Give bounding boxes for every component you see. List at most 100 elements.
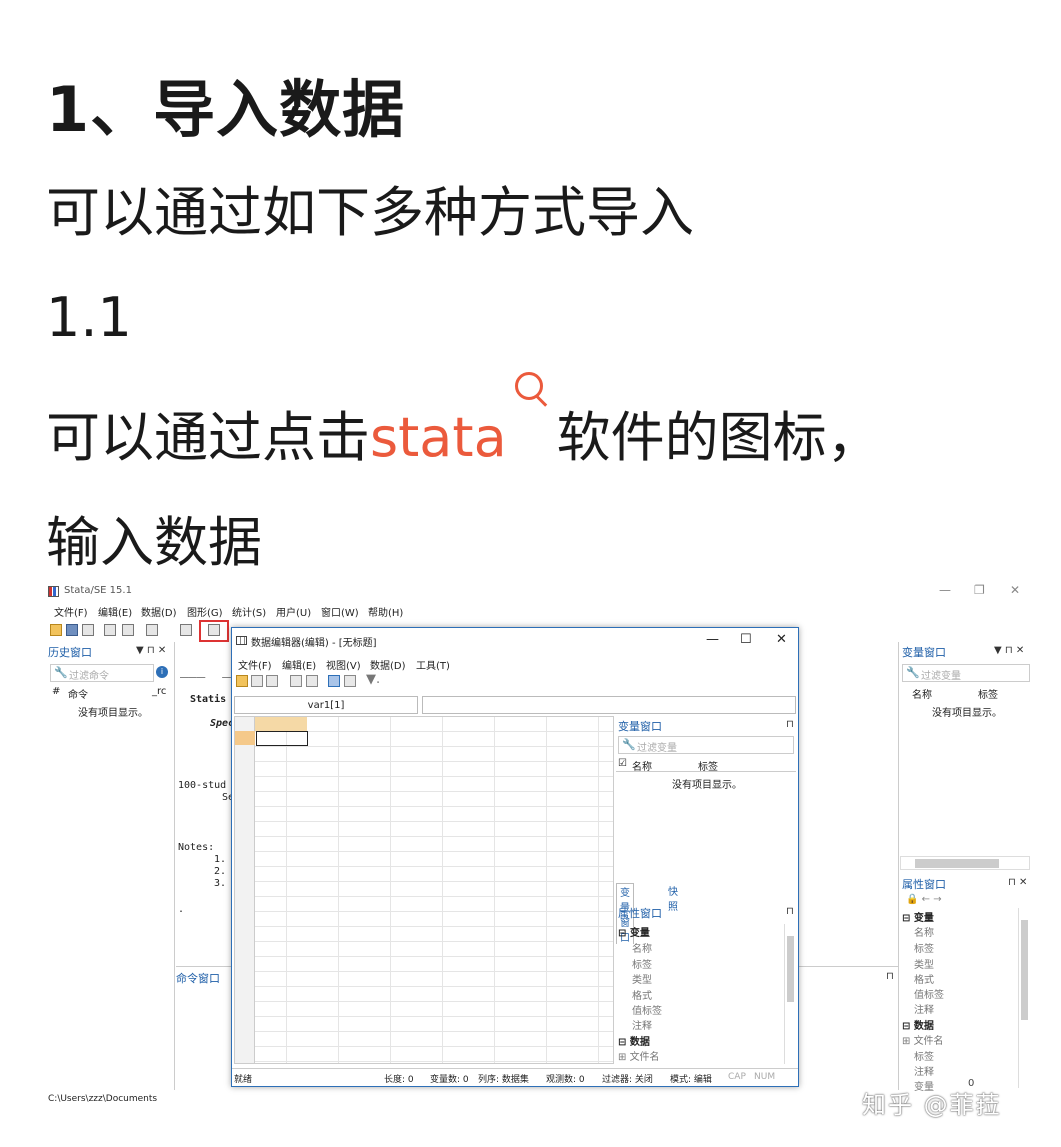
menu-window[interactable]: 窗口(W) — [321, 604, 359, 619]
data-editor-window: 数据编辑器(编辑) - [无标题] — ☐ ✕ 文件(F) 编辑(E) 视图(V… — [231, 627, 799, 1087]
paste-icon[interactable] — [306, 675, 318, 687]
tab-snapshots[interactable]: 快照 — [668, 883, 678, 913]
editor-menu-data[interactable]: 数据(D) — [370, 657, 406, 672]
properties-vscrollbar[interactable] — [1018, 908, 1030, 1088]
pin-icon[interactable]: ⊓ — [786, 719, 794, 730]
instruction-text-before: 可以通过点击 — [46, 406, 370, 469]
editor-properties-vscrollbar[interactable] — [784, 924, 796, 1064]
graph-icon[interactable] — [146, 624, 158, 636]
open-icon[interactable] — [50, 624, 62, 636]
properties-group-data: ⊟ 数据 — [902, 1021, 934, 1032]
status-order: 列序: 数据集 — [478, 1075, 529, 1085]
menu-edit[interactable]: 编辑(E) — [98, 604, 132, 619]
variables-filter-input[interactable]: 🔧 过滤变量 — [902, 664, 1030, 682]
column-header-var1[interactable] — [255, 717, 307, 731]
filter-icon[interactable]: ▼. — [366, 672, 380, 687]
results-note-item: 2. — [214, 866, 227, 877]
stata-menubar: 文件(F) 编辑(E) 数据(D) 图形(G) 统计(S) 用户(U) 窗口(W… — [46, 602, 1036, 620]
editor-variables-empty: 没有项目显示。 — [672, 780, 742, 791]
properties-group-variable: ⊟ 变量 — [902, 913, 934, 924]
data-editor-statusbar: 就绪 长度: 0 变量数: 0 列序: 数据集 观测数: 0 过滤器: 关闭 模… — [232, 1068, 798, 1086]
working-directory: C:\Users\zzz\Documents — [48, 1094, 158, 1104]
edit-mode-icon[interactable] — [328, 675, 340, 687]
pin-icon[interactable]: ⊓ — [886, 971, 894, 982]
status-vars: 变量数: 0 — [430, 1075, 469, 1085]
maximize-icon[interactable]: ☐ — [740, 632, 752, 647]
property-row: 类型 — [632, 975, 652, 986]
editor-variables-filter[interactable]: 🔧 过滤变量 — [618, 736, 794, 754]
status-ready: 就绪 — [234, 1075, 253, 1085]
checkbox-icon[interactable]: ☑ — [618, 758, 627, 769]
status-length: 长度: 0 — [384, 1075, 414, 1085]
property-row: 标签 — [914, 1052, 934, 1063]
editor-menu-file[interactable]: 文件(F) — [238, 657, 272, 672]
stata-screenshot: Stata/SE 15.1 — ❐ ✕ 文件(F) 编辑(E) 数据(D) 图形… — [46, 580, 1036, 1110]
property-row: 名称 — [632, 944, 652, 955]
history-col-command: 命令 — [68, 690, 88, 701]
variables-panel-controls[interactable]: ▼ ⊓ ✕ — [994, 645, 1024, 656]
results-text: Statis — [190, 694, 227, 705]
copy-icon[interactable] — [290, 675, 302, 687]
property-row: 名称 — [914, 928, 934, 939]
wrench-icon: 🔧 — [54, 666, 68, 679]
cell-value-input[interactable] — [422, 696, 796, 714]
minimize-icon[interactable]: — — [706, 632, 719, 647]
history-empty-message: 没有项目显示。 — [78, 708, 148, 719]
browse-mode-icon[interactable] — [344, 675, 356, 687]
highlight-box — [199, 620, 229, 642]
close-icon[interactable]: ✕ — [1010, 583, 1020, 597]
editor-menu-view[interactable]: 视图(V) — [326, 657, 361, 672]
editor-menu-tools[interactable]: 工具(T) — [416, 657, 450, 672]
save-icon[interactable] — [66, 624, 78, 636]
open-icon[interactable] — [236, 675, 248, 687]
print-icon[interactable] — [266, 675, 278, 687]
properties-panel-controls[interactable]: ⊓ ✕ — [1008, 877, 1027, 888]
menu-help[interactable]: 帮助(H) — [368, 604, 403, 619]
history-panel-title: 历史窗口 — [48, 646, 92, 659]
menu-statistics[interactable]: 统计(S) — [232, 604, 266, 619]
log-icon[interactable] — [104, 624, 116, 636]
history-panel-controls[interactable]: ▼ ⊓ ✕ — [136, 645, 166, 656]
print-icon[interactable] — [82, 624, 94, 636]
viewer-icon[interactable] — [122, 624, 134, 636]
editor-menu-edit[interactable]: 编辑(E) — [282, 657, 316, 672]
results-text: 100-stud — [178, 780, 227, 791]
menu-data[interactable]: 数据(D) — [141, 604, 177, 619]
row-header-1[interactable] — [235, 731, 255, 745]
restore-icon[interactable]: ❐ — [974, 583, 985, 597]
instruction-line: 可以通过点击stata 软件的图标， — [46, 370, 1026, 490]
info-icon[interactable]: i — [156, 666, 168, 678]
property-row: 格式 — [914, 975, 934, 986]
data-grid[interactable] — [234, 716, 614, 1064]
status-obs: 观测数: 0 — [546, 1075, 585, 1085]
command-window-title: 命令窗口 — [176, 972, 220, 985]
menu-graphics[interactable]: 图形(G) — [187, 604, 223, 619]
status-cap: CAP — [728, 1072, 746, 1082]
menu-file[interactable]: 文件(F) — [54, 604, 88, 619]
pin-icon[interactable]: ⊓ — [786, 906, 794, 917]
search-icon[interactable] — [513, 370, 553, 410]
data-editor-icon — [236, 636, 247, 645]
wrench-icon: 🔧 — [622, 738, 636, 751]
history-filter-input[interactable]: 🔧 过滤命令 — [50, 664, 154, 682]
status-mode: 模式: 编辑 — [670, 1075, 712, 1085]
variables-col-label: 标签 — [978, 690, 998, 701]
instruction-text-after: 软件的图标， — [556, 406, 881, 469]
variables-hscrollbar[interactable] — [900, 856, 1030, 870]
close-icon[interactable]: ✕ — [776, 632, 787, 647]
do-file-editor-icon[interactable] — [180, 624, 192, 636]
stata-search-link[interactable]: stata — [370, 406, 507, 469]
selected-cell[interactable] — [256, 731, 308, 746]
history-col-rc: _rc — [152, 686, 167, 697]
results-note-item: 1. — [214, 854, 227, 865]
property-row: 标签 — [632, 960, 652, 971]
cell-reference: var1[1] — [234, 696, 418, 714]
minimize-icon[interactable]: — — [939, 583, 951, 597]
menu-user[interactable]: 用户(U) — [276, 604, 311, 619]
data-editor-title: 数据编辑器(编辑) - [无标题] — [251, 638, 377, 649]
save-icon[interactable] — [251, 675, 263, 687]
stata-titlebar: Stata/SE 15.1 — ❐ ✕ — [46, 582, 1036, 602]
lock-icon[interactable]: 🔒 ← → — [906, 894, 942, 905]
results-prompt: . — [178, 904, 185, 915]
row-header-column — [235, 717, 255, 1063]
